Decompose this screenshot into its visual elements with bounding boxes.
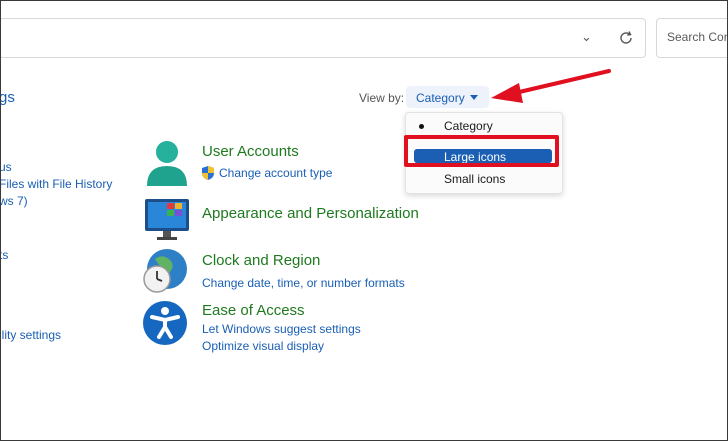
address-bar[interactable] bbox=[1, 18, 646, 58]
control-panel-window: ⌄ Search Cont gs us Files with File Hist… bbox=[0, 0, 728, 441]
menu-item-small-icons[interactable]: Small icons bbox=[406, 168, 562, 188]
shield-icon bbox=[202, 166, 214, 180]
link-windows-suggest-settings[interactable]: Let Windows suggest settings bbox=[202, 322, 361, 336]
view-by-value: Category bbox=[416, 91, 465, 105]
menu-item-label: Small icons bbox=[444, 172, 506, 186]
annotation-arrow bbox=[491, 69, 611, 103]
caret-down-icon bbox=[470, 95, 478, 100]
annotation-highlight-box bbox=[404, 135, 559, 167]
nav-heading[interactable]: gs bbox=[1, 89, 15, 106]
nav-link-ts[interactable]: ts bbox=[1, 248, 8, 262]
nav-link-us[interactable]: us bbox=[1, 160, 12, 174]
nav-link-file-history[interactable]: Files with File History bbox=[1, 177, 112, 191]
link-change-account-type[interactable]: Change account type bbox=[219, 166, 332, 180]
appearance-personalization-icon bbox=[145, 199, 189, 240]
nav-link-accessibility[interactable]: ility settings bbox=[1, 328, 61, 342]
menu-item-category[interactable]: Category bbox=[406, 115, 562, 135]
refresh-icon[interactable] bbox=[617, 29, 635, 47]
view-by-label: View by: bbox=[359, 91, 405, 105]
search-placeholder: Search Cont bbox=[667, 30, 728, 44]
link-optimize-visual-display[interactable]: Optimize visual display bbox=[202, 339, 324, 353]
ease-of-access-icon bbox=[143, 301, 187, 345]
search-box[interactable]: Search Cont bbox=[656, 18, 728, 58]
user-accounts-icon bbox=[147, 141, 187, 186]
chevron-down-icon[interactable]: ⌄ bbox=[581, 30, 595, 44]
view-by-dropdown[interactable]: Category bbox=[406, 86, 489, 108]
menu-item-label: Category bbox=[444, 119, 493, 133]
category-title-clock-region[interactable]: Clock and Region bbox=[202, 252, 320, 269]
link-change-date-time[interactable]: Change date, time, or number formats bbox=[202, 276, 405, 290]
selected-bullet-icon bbox=[419, 124, 424, 129]
category-title-appearance[interactable]: Appearance and Personalization bbox=[202, 205, 419, 222]
category-title-ease-of-access[interactable]: Ease of Access bbox=[202, 302, 305, 319]
clock-region-icon bbox=[143, 249, 187, 293]
category-title-user-accounts[interactable]: User Accounts bbox=[202, 143, 299, 160]
nav-link-windows7[interactable]: ws 7) bbox=[1, 194, 28, 208]
